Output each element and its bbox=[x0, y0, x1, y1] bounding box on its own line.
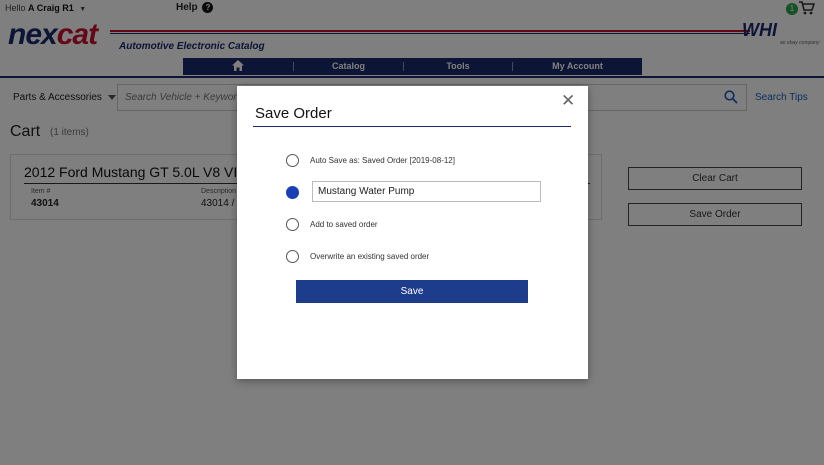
radio-custom-name[interactable] bbox=[286, 185, 299, 199]
dialog-title: Save Order bbox=[255, 105, 332, 122]
save-order-dialog: Save Order ✕ Auto Save as: Saved Order [… bbox=[237, 86, 588, 379]
dialog-title-rule bbox=[253, 126, 571, 127]
order-name-input[interactable] bbox=[312, 181, 541, 202]
option-auto-save[interactable]: Auto Save as: Saved Order [2019-08-12] bbox=[286, 152, 455, 168]
option-auto-save-label: Auto Save as: Saved Order [2019-08-12] bbox=[310, 155, 455, 165]
option-add-to-saved[interactable]: Add to saved order bbox=[286, 216, 378, 232]
radio-auto-save[interactable] bbox=[286, 153, 299, 167]
radio-add-to-saved[interactable] bbox=[286, 217, 299, 231]
radio-overwrite[interactable] bbox=[286, 249, 299, 263]
close-icon[interactable]: ✕ bbox=[561, 92, 575, 109]
save-button[interactable]: Save bbox=[296, 280, 528, 303]
option-custom-name[interactable] bbox=[286, 184, 299, 200]
option-overwrite[interactable]: Overwrite an existing saved order bbox=[286, 248, 429, 264]
option-overwrite-label: Overwrite an existing saved order bbox=[310, 251, 430, 261]
option-add-to-saved-label: Add to saved order bbox=[310, 219, 378, 229]
